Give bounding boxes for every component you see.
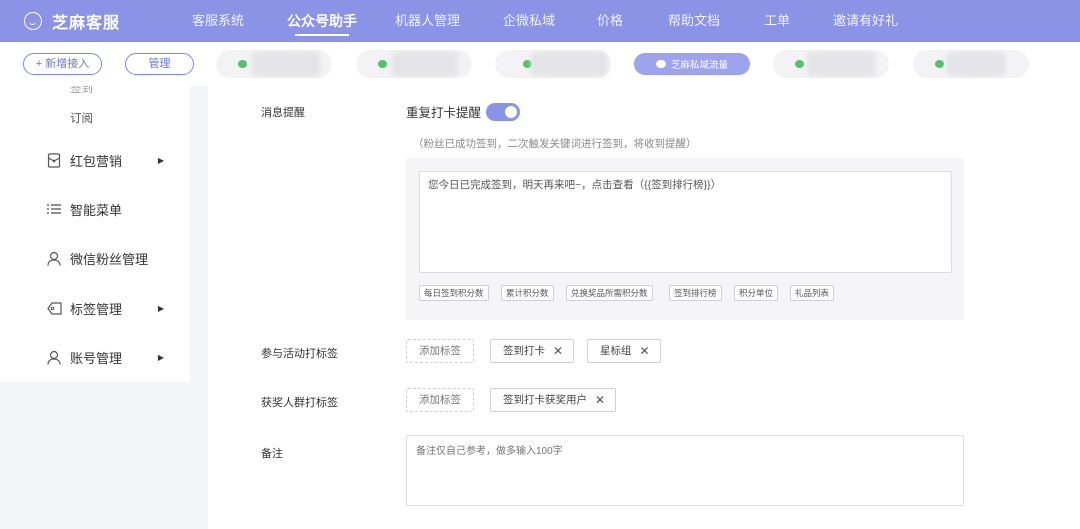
variable-chip-total-points[interactable]: 累计积分数 [501,285,554,301]
nav-item-pricing[interactable]: 价格 [597,0,623,42]
tag-label: 签到打卡 [503,345,545,357]
caret-right-icon: ▶ [157,155,164,165]
account-tab-1[interactable] [216,50,332,78]
nav-item-help-docs[interactable]: 帮助文档 [668,0,720,42]
repeat-reminder-row: 重复打卡提醒 [406,102,521,121]
add-activity-tag-button[interactable]: 添加标签 [406,339,474,363]
active-account-name: 芝麻私域流量 [671,60,729,71]
top-nav-bar: 芝麻客服 客服系统 公众号助手 机器人管理 企微私域 价格 帮助文档 工单 邀请… [0,0,1080,42]
add-winner-tag-button[interactable]: 添加标签 [406,388,474,412]
brand[interactable]: 芝麻客服 [24,0,120,42]
sidebar-sub-subscribe[interactable]: 订阅 [70,110,93,126]
wechat-icon [795,60,804,68]
remark-input[interactable] [406,435,964,506]
account-tab-3[interactable] [495,50,611,78]
menu-list-icon [46,201,62,217]
activity-tag-label: 参与活动打标签 [261,348,338,360]
variable-chip-gift-list[interactable]: 礼品列表 [790,285,835,301]
red-packet-icon [46,152,62,168]
nav-item-tickets[interactable]: 工单 [764,0,790,42]
activity-tag: 签到打卡 ✕ [490,339,575,363]
sidebar-item-tag-management[interactable]: 标签管理 ▶ [46,298,176,318]
blurred-account-name [947,52,1005,76]
repeat-reminder-toggle[interactable] [486,102,521,121]
wechat-icon [378,60,387,68]
reminder-hint: （粉丝已成功签到，二次触发关键词进行签到，将收到提醒） [413,138,697,150]
sidebar-item-red-packet[interactable]: 红包营销 ▶ [46,150,176,170]
close-icon[interactable]: ✕ [553,340,563,362]
user-icon [46,250,62,266]
tag-label: 星标组 [600,345,632,357]
account-tab-active[interactable]: 芝麻私域流量 [634,53,750,75]
tag-label: 签到打卡获奖用户 [503,394,587,406]
variable-chip-points-unit[interactable]: 积分单位 [734,285,779,301]
activity-tag: 星标组 ✕ [587,339,661,363]
nav-item-wecom-private[interactable]: 企微私域 [503,0,555,42]
winner-tag-label: 获奖人群打标签 [261,397,338,409]
sidebar-item-label: 账号管理 [70,350,123,366]
wechat-icon [238,60,247,68]
blurred-account-name [531,52,607,76]
variable-chip-daily-points[interactable]: 每日签到积分数 [419,285,489,301]
sidebar-item-fans-management[interactable]: 微信粉丝管理 [46,248,176,268]
close-icon[interactable]: ✕ [595,389,605,411]
sidebar-item-smart-menu[interactable]: 智能菜单 [46,199,176,219]
sidebar-item-label: 微信粉丝管理 [70,251,149,267]
tag-icon [46,300,62,316]
wechat-icon [656,60,666,68]
repeat-reminder-label: 重复打卡提醒 [406,106,482,120]
sidebar: 签到 订阅 红包营销 ▶ 智能菜单 微信粉丝管理 标签管理 ▶ 账号管理 ▶ [0,86,190,382]
add-access-button[interactable]: + 新增接入 [23,53,102,75]
remark-label: 备注 [261,448,283,460]
winner-tag: 签到打卡获奖用户 ✕ [490,388,617,412]
sidebar-item-account-management[interactable]: 账号管理 ▶ [46,347,176,367]
nav-item-customer-service[interactable]: 客服系统 [192,0,244,42]
account-tab-6[interactable] [913,50,1029,78]
blurred-account-name [392,52,458,76]
account-strip: + 新增接入 管理 芝麻私域流量 [0,42,1080,86]
variable-chip-leaderboard[interactable]: 签到排行榜 [669,285,722,301]
blurred-account-name [807,52,875,76]
nav-item-robot-management[interactable]: 机器人管理 [395,0,460,42]
sidebar-item-label: 标签管理 [70,301,123,317]
reminder-message-textarea[interactable]: 您今日已完成签到，明天再来吧~，点击查看（{{签到排行榜}}） [419,171,952,273]
wechat-icon [935,60,944,68]
account-tab-2[interactable] [356,50,472,78]
account-tab-5[interactable] [773,50,889,78]
sidebar-item-label: 红包营销 [70,153,123,169]
smile-logo-icon [24,12,42,30]
user-icon [46,349,62,365]
caret-right-icon: ▶ [157,303,164,313]
nav-item-invite-gift[interactable]: 邀请有好礼 [833,0,898,42]
caret-right-icon: ▶ [157,352,164,362]
close-icon[interactable]: ✕ [640,340,650,362]
variable-chip-redeem-points[interactable]: 兑换奖品所需积分数 [566,285,653,301]
brand-name: 芝麻客服 [52,15,121,32]
blurred-account-name [252,52,320,76]
sidebar-item-label: 智能菜单 [70,202,123,218]
manage-button[interactable]: 管理 [125,53,194,75]
reminder-label: 消息提醒 [261,107,305,119]
nav-item-official-account-assistant[interactable]: 公众号助手 [287,0,357,42]
